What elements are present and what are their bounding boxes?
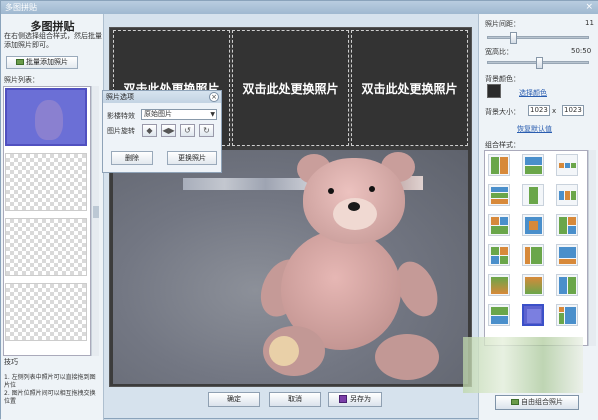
photo-list-label: 照片列表： (4, 76, 39, 84)
chevron-down-icon: ▼ (210, 111, 215, 118)
layout-style-option[interactable] (556, 154, 578, 176)
ratio-label: 宽高比： (485, 48, 513, 56)
left-panel: 多图拼贴 在右侧选择组合样式，然后批量添加照片即可。 批量添加照片 照片列表： … (1, 14, 104, 420)
photo-list-scrollbar[interactable] (91, 86, 99, 356)
photo-thumbnail-empty[interactable] (5, 153, 87, 211)
image-icon (511, 399, 519, 405)
close-icon[interactable]: × (209, 92, 219, 102)
tips-text: 1. 左侧列表中照片可以直接拖到图片位 2. 图片位照片间可以相互拖拽交换位置 (4, 374, 96, 405)
batch-add-photos-button[interactable]: 批量添加照片 (6, 56, 78, 69)
bear-foot (375, 334, 439, 380)
blurred-overlay (183, 178, 307, 190)
layout-style-option[interactable] (522, 184, 544, 206)
watermark-overlay (463, 337, 583, 393)
bg-color-swatch[interactable] (487, 84, 501, 98)
photo-options-header: 照片选项 × (103, 91, 221, 103)
photo-slot-3[interactable]: 双击此处更换照片 (351, 30, 468, 146)
effect-value: 原始图片 (144, 110, 172, 118)
save-icon (339, 395, 347, 403)
cancel-button[interactable]: 取消 (269, 392, 321, 407)
layout-style-option[interactable] (556, 184, 578, 206)
layout-style-option[interactable] (488, 244, 510, 266)
bear-nose (348, 202, 360, 211)
photo-thumbnail-empty[interactable] (5, 218, 87, 276)
collage-canvas[interactable]: 双击此处更换照片 双击此处更换照片 双击此处更换照片 (109, 27, 472, 387)
photo-list[interactable] (3, 86, 91, 356)
scrollbar-grip[interactable] (93, 206, 99, 218)
rotate-label: 图片旋转 (107, 127, 135, 135)
choose-color-link[interactable]: 选择颜色 (519, 88, 547, 98)
layout-style-option[interactable] (488, 184, 510, 206)
save-as-label: 另存为 (350, 395, 371, 403)
bg-color-label: 背景颜色： (485, 75, 520, 83)
replace-photo-button[interactable]: 更换照片 (167, 151, 217, 165)
ok-button[interactable]: 确定 (208, 392, 260, 407)
bear-eye (369, 186, 375, 192)
custom-collage-button[interactable]: 自由组合照片 (495, 395, 579, 410)
bg-width-input[interactable]: 1023 (528, 105, 550, 116)
ratio-slider[interactable] (487, 57, 589, 69)
slider-handle[interactable] (510, 32, 517, 44)
flip-vertical-button[interactable]: ◆ (142, 124, 157, 137)
layout-style-option[interactable] (556, 214, 578, 236)
rotate-left-button[interactable]: ↺ (180, 124, 195, 137)
bear-foot (263, 326, 325, 376)
bear-foot-pad (269, 336, 299, 366)
rotate-right-button[interactable]: ↻ (199, 124, 214, 137)
layout-style-option-selected[interactable] (522, 304, 544, 326)
teddy-bear-thumbnail (35, 100, 63, 140)
layout-style-option[interactable] (556, 304, 578, 326)
close-icon[interactable]: × (585, 1, 593, 14)
instruction-text: 在右侧选择组合样式，然后批量添加照片即可。 (4, 32, 102, 49)
effect-select[interactable]: 原始图片 ▼ (141, 109, 217, 120)
bg-size-label: 背景大小： (485, 108, 520, 116)
style-grid-scrollbar[interactable] (588, 150, 596, 346)
layout-style-grid[interactable] (484, 150, 588, 346)
layout-style-option[interactable] (488, 274, 510, 296)
restore-default-link[interactable]: 恢复默认值 (517, 124, 552, 134)
spacing-value: 11 (585, 19, 594, 27)
image-icon (16, 59, 24, 65)
flip-horizontal-button[interactable]: ◀▶ (161, 124, 176, 137)
layout-style-option[interactable] (556, 274, 578, 296)
custom-collage-label: 自由组合照片 (521, 398, 563, 406)
slider-handle[interactable] (536, 57, 543, 69)
layout-style-option[interactable] (556, 244, 578, 266)
batch-add-label: 批量添加照片 (26, 58, 68, 66)
save-as-button[interactable]: 另存为 (328, 392, 382, 407)
layout-style-option[interactable] (488, 304, 510, 326)
photo-slot-main[interactable] (113, 150, 468, 384)
bear-eye (328, 188, 334, 194)
photo-thumbnail-selected[interactable] (5, 88, 87, 146)
layout-style-option[interactable] (488, 214, 510, 236)
photo-options-title: 照片选项 (106, 93, 134, 101)
tips-title: 技巧 (4, 358, 18, 366)
spacing-slider[interactable] (487, 32, 589, 44)
window-title: 多图拼贴 (5, 3, 37, 12)
layout-style-option[interactable] (488, 154, 510, 176)
effect-label: 影楼特效 (107, 112, 135, 120)
title-bar: 多图拼贴 × (1, 1, 598, 14)
layout-style-option[interactable] (522, 154, 544, 176)
delete-button[interactable]: 删除 (111, 151, 153, 165)
size-separator: x (552, 107, 557, 115)
bg-height-input[interactable]: 1023 (562, 105, 584, 116)
layout-style-option[interactable] (522, 214, 544, 236)
photo-thumbnail-empty[interactable] (5, 283, 87, 341)
style-label: 组合样式： (485, 141, 520, 149)
app-window: 多图拼贴 × 多图拼贴 在右侧选择组合样式，然后批量添加照片即可。 批量添加照片… (0, 0, 598, 420)
ratio-value: 50:50 (571, 47, 592, 55)
layout-style-option[interactable] (522, 274, 544, 296)
photo-options-panel: 照片选项 × 影楼特效 原始图片 ▼ 图片旋转 ◆ ◀▶ ↺ ↻ 删除 更换照片 (102, 90, 222, 173)
layout-style-option[interactable] (522, 244, 544, 266)
spacing-label: 照片间距： (485, 20, 520, 28)
photo-slot-2[interactable]: 双击此处更换照片 (232, 30, 349, 146)
